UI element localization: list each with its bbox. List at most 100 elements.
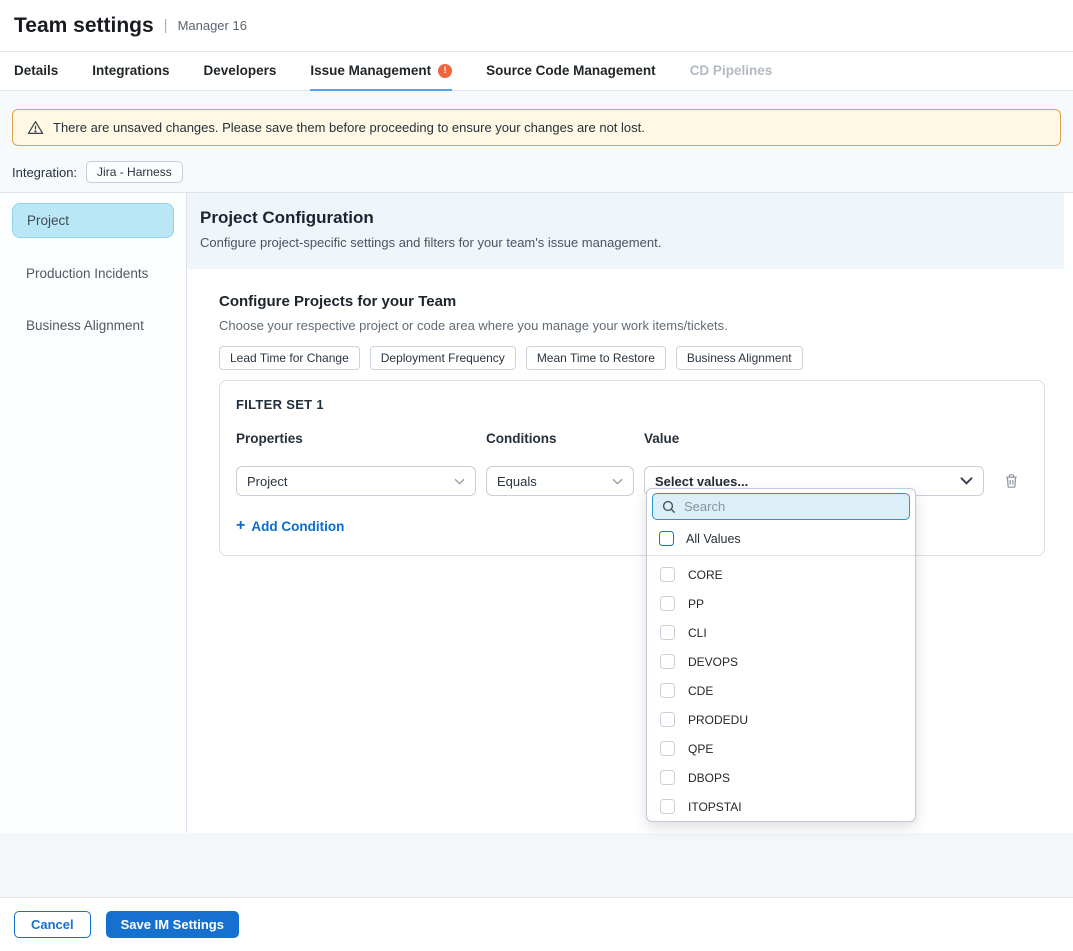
value-placeholder: Select values... — [655, 474, 748, 489]
dropdown-option[interactable]: ITOPSTAI — [647, 792, 915, 821]
filter-set-title: FILTER SET 1 — [236, 397, 1028, 412]
option-checkbox[interactable] — [660, 712, 675, 727]
sidebar-item[interactable]: Production Incidents — [12, 257, 174, 290]
search-input[interactable] — [684, 499, 900, 514]
tab-label: Developers — [204, 63, 277, 78]
option-label: CORE — [688, 568, 723, 582]
option-checkbox[interactable] — [660, 770, 675, 785]
filter-labels-row: Properties Conditions Value — [236, 431, 1028, 446]
option-checkbox[interactable] — [660, 799, 675, 814]
add-condition-label: Add Condition — [251, 519, 344, 534]
title-separator: | — [164, 17, 168, 34]
chevron-down-icon — [960, 477, 973, 485]
dropdown-option[interactable]: PP — [647, 589, 915, 618]
option-checkbox[interactable] — [660, 596, 675, 611]
properties-select-value: Project — [247, 474, 287, 489]
banner-text: There are unsaved changes. Please save t… — [53, 120, 645, 135]
trash-icon — [1004, 473, 1019, 489]
plus-icon: + — [236, 518, 245, 534]
search-icon — [662, 500, 676, 514]
metric-chip[interactable]: Lead Time for Change — [219, 346, 360, 370]
card-subtitle: Choose your respective project or code a… — [219, 318, 1073, 333]
section-body: Configure Projects for your Team Choose … — [187, 269, 1073, 833]
dropdown-option-list: CORE PP CLI DEVOPS CDE — [647, 556, 915, 822]
tab-label: Details — [14, 63, 58, 78]
dropdown-option[interactable]: DEVOPS — [647, 647, 915, 676]
option-checkbox[interactable] — [660, 567, 675, 582]
option-label: PRODEDU — [688, 713, 748, 727]
conditions-select-value: Equals — [497, 474, 537, 489]
option-checkbox[interactable] — [660, 741, 675, 756]
integration-chip[interactable]: Jira - Harness — [86, 161, 183, 183]
tab[interactable]: Source Code Management — [486, 52, 656, 91]
sidebar: Project Production Incidents Business Al… — [0, 193, 187, 833]
card-title: Configure Projects for your Team — [219, 293, 1073, 310]
dropdown-option[interactable]: CLI — [647, 618, 915, 647]
sidebar-item-label: Project — [27, 213, 69, 228]
bottom-strip — [0, 833, 1073, 897]
metric-chip[interactable]: Business Alignment — [676, 346, 803, 370]
tab[interactable]: CD Pipelines — [690, 52, 773, 91]
option-label: DEVOPS — [688, 655, 738, 669]
chevron-down-icon — [454, 478, 465, 485]
option-label: QPE — [688, 742, 713, 756]
filter-set-card: FILTER SET 1 Properties Conditions Value… — [219, 380, 1045, 556]
conditions-select[interactable]: Equals — [486, 466, 634, 496]
integration-label: Integration: — [12, 165, 77, 180]
metric-chip-row: Lead Time for Change Deployment Frequenc… — [219, 346, 1073, 370]
all-values-option[interactable]: All Values — [647, 528, 915, 556]
tab[interactable]: Integrations — [92, 52, 169, 91]
properties-label: Properties — [236, 431, 476, 446]
tab-bar: Details Integrations Developers Issue Ma… — [0, 52, 1073, 91]
properties-select[interactable]: Project — [236, 466, 476, 496]
section-header: Project Configuration Configure project-… — [187, 193, 1064, 269]
all-values-label: All Values — [686, 532, 741, 546]
value-label: Value — [644, 431, 984, 446]
sidebar-item[interactable]: Project — [12, 203, 174, 238]
metric-chip[interactable]: Deployment Frequency — [370, 346, 516, 370]
sidebar-item-label: Production Incidents — [26, 266, 148, 281]
tab[interactable]: Details — [14, 52, 58, 91]
page-header: Team settings | Manager 16 — [0, 0, 1073, 52]
sidebar-item[interactable]: Business Alignment — [12, 309, 174, 342]
option-checkbox[interactable] — [660, 654, 675, 669]
integration-row: Integration: Jira - Harness — [12, 160, 1061, 184]
dropdown-option[interactable]: PRODEDU — [647, 705, 915, 734]
tab-label: Integrations — [92, 63, 169, 78]
metric-chip[interactable]: Mean Time to Restore — [526, 346, 666, 370]
option-label: ITOPSTAI — [688, 800, 742, 814]
option-label: CLI — [688, 626, 707, 640]
dropdown-option[interactable]: PIPE — [647, 821, 915, 822]
team-name-label: Manager 16 — [178, 18, 247, 33]
option-label: DBOPS — [688, 771, 730, 785]
option-checkbox[interactable] — [660, 683, 675, 698]
tab-label: Issue Management — [310, 63, 431, 78]
tab-label: Source Code Management — [486, 63, 656, 78]
unsaved-changes-banner: There are unsaved changes. Please save t… — [12, 109, 1061, 146]
sidebar-item-label: Business Alignment — [26, 318, 144, 333]
conditions-label: Conditions — [486, 431, 634, 446]
section-title: Project Configuration — [200, 208, 1048, 228]
all-values-checkbox[interactable] — [659, 531, 674, 546]
tab[interactable]: Issue Management ! — [310, 52, 452, 91]
tab[interactable]: Developers — [204, 52, 277, 91]
chevron-down-icon — [612, 478, 623, 485]
dropdown-option[interactable]: CDE — [647, 676, 915, 705]
dropdown-search[interactable] — [652, 493, 910, 520]
warning-triangle-icon — [27, 120, 44, 135]
tab-label: CD Pipelines — [690, 63, 773, 78]
dropdown-option[interactable]: QPE — [647, 734, 915, 763]
cancel-button[interactable]: Cancel — [14, 911, 91, 938]
value-dropdown-panel: All Values CORE PP CLI DEVOPS — [646, 488, 916, 822]
option-label: CDE — [688, 684, 713, 698]
dropdown-option[interactable]: DBOPS — [647, 763, 915, 792]
add-condition-button[interactable]: + Add Condition — [236, 518, 344, 534]
alert-badge-icon: ! — [438, 64, 452, 78]
footer-bar: Cancel Save IM Settings — [0, 897, 1073, 951]
page-title: Team settings — [14, 14, 154, 38]
save-im-settings-button[interactable]: Save IM Settings — [106, 911, 239, 938]
alert-zone: There are unsaved changes. Please save t… — [0, 91, 1073, 192]
dropdown-option[interactable]: CORE — [647, 560, 915, 589]
option-checkbox[interactable] — [660, 625, 675, 640]
delete-filter-button[interactable] — [1002, 471, 1021, 491]
